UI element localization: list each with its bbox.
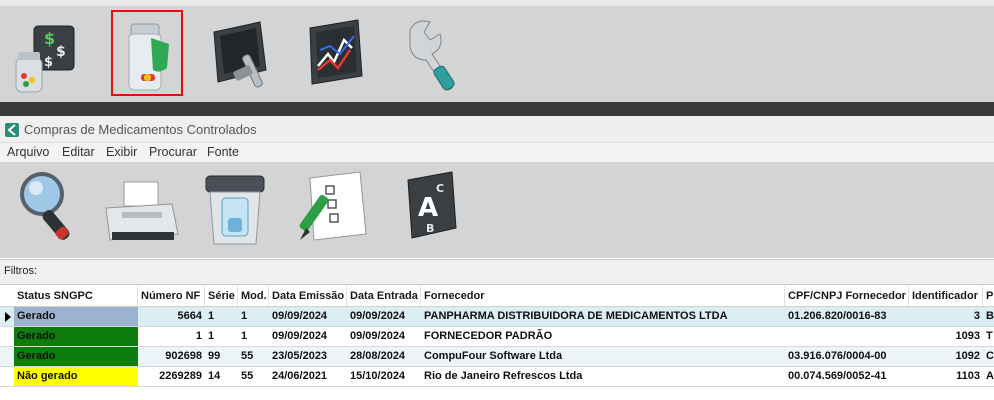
menu-editar[interactable]: Editar: [62, 145, 95, 159]
cell-identificador[interactable]: 3: [909, 307, 983, 326]
svg-text:$: $: [44, 55, 53, 70]
medicine-bottle-button[interactable]: [111, 10, 183, 96]
menu-exibir[interactable]: Exibir: [106, 145, 137, 159]
wrench-icon: [409, 20, 455, 91]
table-row[interactable]: Não gerado 2269289 14 55 24/06/2021 15/1…: [0, 367, 994, 387]
sort-abc-icon: C A B: [407, 171, 457, 239]
cell-fornecedor[interactable]: Rio de Janeiro Refrescos Ltda: [421, 367, 785, 386]
cell-cpf-cnpj[interactable]: 01.206.820/0016-83: [785, 307, 909, 326]
cell-data-entrada[interactable]: 09/09/2024: [347, 327, 421, 346]
cell-cpf-cnpj[interactable]: [785, 327, 909, 346]
cell-serie[interactable]: 1: [205, 307, 238, 326]
cell-status[interactable]: Gerado: [14, 347, 138, 366]
cell-data-entrada[interactable]: 28/08/2024: [347, 347, 421, 366]
cell-mod[interactable]: 55: [238, 367, 269, 386]
svg-text:$: $: [44, 29, 55, 48]
cell-cpf-cnpj[interactable]: 00.074.569/0052-41: [785, 367, 909, 386]
menu-bar: Arquivo Editar Exibir Procurar Fonte: [0, 143, 994, 162]
cell-data-emissao[interactable]: 24/06/2021: [269, 367, 347, 386]
cell-mod[interactable]: 55: [238, 347, 269, 366]
col-status-sngpc[interactable]: Status SNGPC: [14, 286, 138, 306]
cell-data-emissao[interactable]: 09/09/2024: [269, 327, 347, 346]
cell-data-emissao[interactable]: 09/09/2024: [269, 307, 347, 326]
cell-numero-nf[interactable]: 5664: [138, 307, 205, 326]
cell-status[interactable]: Gerado: [14, 307, 138, 326]
cell-cpf-cnpj[interactable]: 03.916.076/0004-00: [785, 347, 909, 366]
chart-icon: [309, 19, 363, 85]
main-toolbar-bottom-border: [0, 102, 994, 116]
money-jar-button[interactable]: $ $ $: [8, 10, 80, 96]
magnifier-icon: [20, 172, 70, 240]
cell-data-entrada[interactable]: 15/10/2024: [347, 367, 421, 386]
table-row[interactable]: Gerado 5664 1 1 09/09/2024 09/09/2024 PA…: [0, 307, 994, 327]
current-row-indicator: [5, 312, 11, 322]
cell-serie[interactable]: 99: [205, 347, 238, 366]
col-data-entrada[interactable]: Data Entrada: [347, 286, 421, 306]
delete-button[interactable]: [198, 168, 278, 252]
checklist-icon: [299, 171, 367, 241]
cell-p[interactable]: B: [983, 307, 994, 326]
chart-button[interactable]: [302, 10, 374, 96]
search-button[interactable]: [12, 168, 92, 252]
trash-bin-icon: [205, 175, 265, 245]
col-mod[interactable]: Mod.: [238, 286, 269, 306]
svg-text:$: $: [56, 44, 66, 60]
grid-header: Status SNGPC Número NF Série Mod. Data E…: [0, 286, 994, 307]
cell-fornecedor[interactable]: FORNECEDOR PADRÃO: [421, 327, 785, 346]
money-jar-icon: $ $ $: [15, 25, 75, 93]
col-fornecedor[interactable]: Fornecedor: [421, 286, 785, 306]
col-cpf-cnpj[interactable]: CPF/CNPJ Fornecedor: [785, 286, 909, 306]
cell-serie[interactable]: 1: [205, 327, 238, 346]
cell-numero-nf[interactable]: 1: [138, 327, 205, 346]
medicine-bottle-icon: [128, 23, 169, 91]
cell-numero-nf[interactable]: 2269289: [138, 367, 205, 386]
child-window-title: Compras de Medicamentos Controlados: [24, 122, 257, 137]
monitor-tool-button[interactable]: [208, 10, 280, 96]
cell-identificador[interactable]: 1092: [909, 347, 983, 366]
cell-data-entrada[interactable]: 09/09/2024: [347, 307, 421, 326]
app-logo-icon: [5, 123, 19, 137]
cell-fornecedor[interactable]: CompuFour Software Ltda: [421, 347, 785, 366]
cell-p[interactable]: C: [983, 347, 994, 366]
printer-icon: [105, 181, 179, 241]
cell-serie[interactable]: 14: [205, 367, 238, 386]
child-window-titlebar: Compras de Medicamentos Controlados: [0, 116, 994, 143]
table-row[interactable]: Gerado 1 1 1 09/09/2024 09/09/2024 FORNE…: [0, 327, 994, 347]
cell-identificador[interactable]: 1093: [909, 327, 983, 346]
svg-text:B: B: [426, 222, 434, 235]
cell-p[interactable]: T: [983, 327, 994, 346]
child-toolbar: C A B: [0, 162, 994, 258]
col-numero-nf[interactable]: Número NF: [138, 286, 205, 306]
menu-procurar[interactable]: Procurar: [149, 145, 197, 159]
cell-identificador[interactable]: 1103: [909, 367, 983, 386]
monitor-tool-icon: [213, 21, 267, 88]
filters-bar: Filtros:: [0, 259, 994, 285]
purchases-grid: Status SNGPC Número NF Série Mod. Data E…: [0, 286, 994, 400]
cell-p[interactable]: A: [983, 367, 994, 386]
table-row[interactable]: Gerado 902698 99 55 23/05/2023 28/08/202…: [0, 347, 994, 367]
cell-status[interactable]: Não gerado: [14, 367, 138, 386]
cell-mod[interactable]: 1: [238, 307, 269, 326]
menu-arquivo[interactable]: Arquivo: [7, 145, 49, 159]
cell-data-emissao[interactable]: 23/05/2023: [269, 347, 347, 366]
main-toolbar: $ $ $: [0, 6, 994, 102]
col-serie[interactable]: Série: [205, 286, 238, 306]
edit-list-button[interactable]: [292, 168, 372, 252]
cell-status[interactable]: Gerado: [14, 327, 138, 346]
print-button[interactable]: [102, 168, 182, 252]
col-p[interactable]: P: [983, 286, 994, 306]
cell-fornecedor[interactable]: PANPHARMA DISTRIBUIDORA DE MEDICAMENTOS …: [421, 307, 785, 326]
filters-label: Filtros:: [4, 265, 37, 277]
menu-fonte[interactable]: Fonte: [207, 145, 239, 159]
sort-button[interactable]: C A B: [392, 168, 472, 252]
cell-numero-nf[interactable]: 902698: [138, 347, 205, 366]
wrench-button[interactable]: [396, 10, 468, 96]
svg-text:A: A: [418, 193, 438, 223]
cell-mod[interactable]: 1: [238, 327, 269, 346]
col-identificador[interactable]: Identificador: [909, 286, 983, 306]
col-data-emissao[interactable]: Data Emissão: [269, 286, 347, 306]
